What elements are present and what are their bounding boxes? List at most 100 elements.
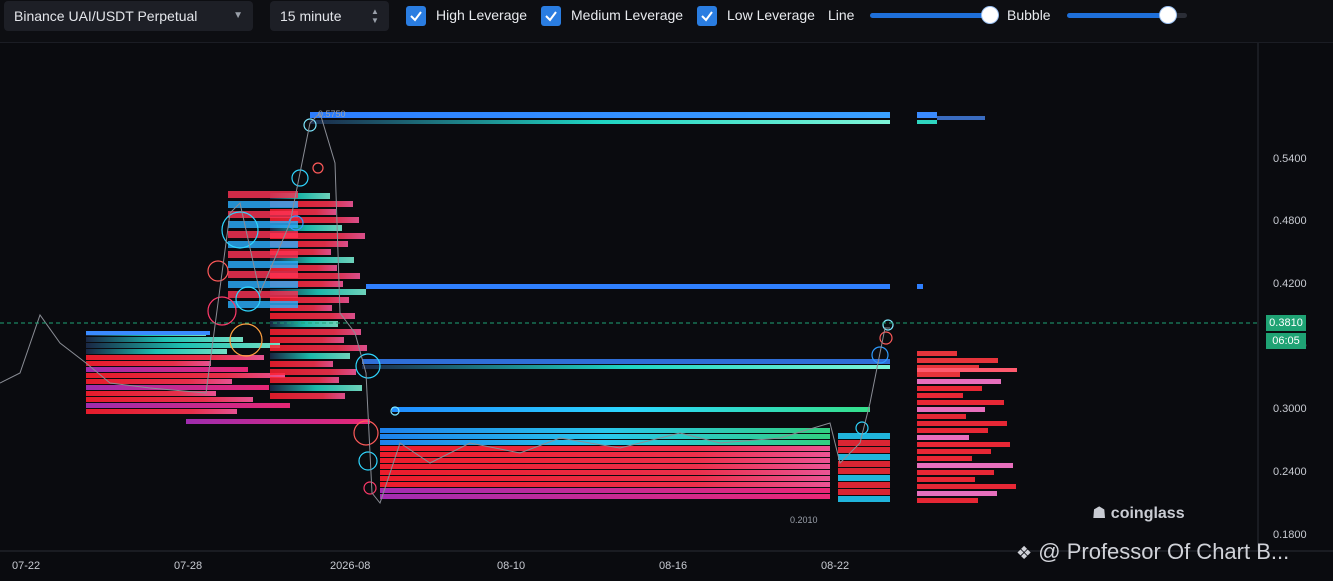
liquidation-bubble: [207, 296, 237, 326]
heat-band: [86, 367, 248, 372]
projection-band: [917, 368, 1017, 372]
projection-band: [917, 421, 1007, 426]
heat-band: [270, 353, 350, 359]
heat-band: [86, 373, 285, 378]
projection-band: [917, 477, 975, 482]
heat-band: [838, 447, 890, 453]
heat-band: [838, 489, 890, 495]
projection-band: [917, 428, 988, 433]
projection-band: [917, 449, 991, 454]
heat-band: [86, 343, 280, 348]
heat-band: [86, 331, 210, 335]
projection-band: [917, 379, 1001, 384]
heat-band: [838, 461, 890, 467]
x-tick-label: 07-28: [174, 560, 202, 572]
heat-band: [270, 377, 339, 383]
heat-band: [270, 369, 356, 375]
medium-leverage-checkbox[interactable]: [541, 6, 561, 26]
projection-band: [917, 112, 937, 118]
y-tick-label: 0.3000: [1273, 403, 1307, 415]
heat-band: [270, 329, 361, 335]
binance-icon: ❖: [1016, 543, 1033, 563]
high-liquidation-line: [310, 120, 890, 124]
high-leverage-checkbox[interactable]: [406, 6, 426, 26]
y-tick-label: 0.4800: [1273, 215, 1307, 227]
toolbar: Binance UAI/USDT Perpetual ▼ 15 minute ▲…: [0, 0, 1333, 43]
heat-band: [228, 251, 298, 258]
projection-band: [917, 358, 998, 363]
heat-band: [838, 468, 890, 474]
countdown-tag: 06:05: [1266, 333, 1306, 349]
x-tick-label: 08-22: [821, 560, 849, 572]
liquidation-heat-layer: [86, 112, 1017, 503]
y-tick-label: 0.2400: [1273, 466, 1307, 478]
projection-band: [917, 484, 1016, 489]
heat-band: [270, 361, 333, 367]
liquidation-bubble: [855, 421, 869, 435]
heat-band: [86, 403, 290, 408]
mid-liquidation-line: [362, 365, 890, 369]
projection-band: [917, 351, 957, 356]
interval-select[interactable]: 15 minute ▲ ▼: [270, 1, 389, 31]
heat-band: [86, 361, 211, 366]
interval-select-value: 15 minute: [280, 8, 342, 24]
projection-band: [917, 435, 969, 440]
x-tick-label: 08-10: [497, 560, 525, 572]
heat-band: [838, 496, 890, 502]
mid-liquidation-line: [362, 359, 890, 364]
projection-band: [917, 463, 1013, 468]
heat-band: [270, 321, 338, 327]
liquidation-bubble: [363, 481, 377, 495]
symbol-select[interactable]: Binance UAI/USDT Perpetual ▼: [4, 1, 253, 31]
heat-band: [86, 385, 269, 390]
heat-band: [380, 476, 830, 481]
projection-band: [917, 284, 923, 289]
watermark-credit-text: @ Professor Of Chart B...: [1038, 539, 1290, 564]
heat-band: [838, 482, 890, 488]
x-axis-ticks: 07-22 07-28 2026-08 08-10 08-16 08-22: [12, 560, 849, 572]
heat-band: [380, 488, 830, 493]
heat-band: [380, 428, 830, 433]
high-annotation: 0.5750: [318, 109, 346, 119]
projection-band: [917, 407, 985, 412]
heat-band: [228, 221, 298, 228]
heat-band: [270, 393, 345, 399]
high-leverage-label: High Leverage: [436, 7, 528, 23]
line-slider-track[interactable]: [870, 13, 996, 18]
x-tick-label: 08-16: [659, 560, 687, 572]
heat-band: [270, 337, 344, 343]
bubble-slider-handle[interactable]: [1160, 7, 1176, 23]
low-leverage-label: Low Leverage: [727, 7, 815, 23]
line-slider-handle[interactable]: [982, 7, 998, 23]
bubble-slider-label: Bubble: [1007, 7, 1051, 23]
projection-band: [917, 120, 937, 124]
low-liquidation-line: [392, 407, 870, 412]
projection-band: [917, 470, 994, 475]
low-leverage-checkbox[interactable]: [697, 6, 717, 26]
heat-band: [380, 464, 830, 469]
heat-band: [86, 355, 264, 360]
x-tick-label: 2026-08: [330, 560, 370, 572]
high-liquidation-line: [310, 112, 890, 118]
heat-band: [228, 261, 298, 268]
projection-band: [917, 372, 960, 377]
line-slider-label: Line: [828, 7, 855, 23]
stepper-icon: ▲ ▼: [371, 7, 379, 25]
liquidation-bubble: [312, 162, 324, 174]
projection-band: [917, 456, 972, 461]
projection-band: [917, 393, 963, 398]
heat-band: [270, 385, 362, 391]
check-icon: [545, 11, 557, 22]
heat-band: [270, 345, 367, 351]
heat-band: [380, 494, 830, 499]
coinglass-logo: ☗ coinglass: [1092, 503, 1185, 523]
heat-band: [86, 397, 253, 402]
mid-liquidation-line: [366, 284, 890, 289]
projection-band: [917, 400, 1004, 405]
liquidation-heatmap-chart[interactable]: 0.5750 0.2010 0.5400 0.4800 0.4200 0.360…: [0, 43, 1333, 581]
chart-canvas: 0.5750 0.2010 0.5400 0.4800 0.4200 0.360…: [0, 43, 1333, 572]
heat-band: [86, 409, 237, 414]
heat-band: [228, 231, 298, 238]
liquidation-bubble: [353, 420, 379, 446]
projection-band: [917, 498, 978, 503]
